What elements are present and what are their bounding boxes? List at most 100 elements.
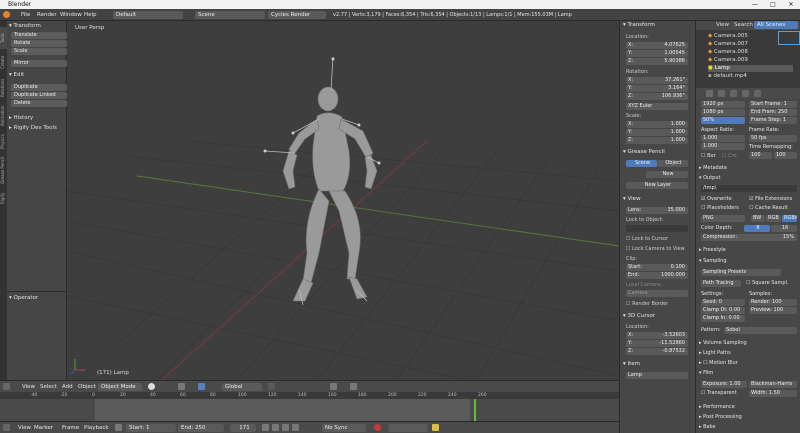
- pattern-select[interactable]: Sobol: [724, 327, 797, 334]
- post-processing-header[interactable]: ▸ Post Processing: [699, 414, 742, 420]
- select-menu[interactable]: Select: [40, 383, 57, 391]
- render-preview-icon[interactable]: [350, 383, 357, 390]
- object-menu[interactable]: Object: [78, 383, 96, 391]
- tab-tools[interactable]: Tools: [0, 27, 7, 49]
- rigify-panel-header[interactable]: ▸ Rigify Dev Tools: [9, 124, 57, 132]
- render-engine-select[interactable]: Cycles Render: [268, 11, 326, 19]
- aspect-y-field[interactable]: 1.000: [701, 143, 745, 150]
- scale-x-field[interactable]: X: 1.000: [626, 121, 688, 128]
- freestyle-header[interactable]: ▸ Freestyle: [699, 247, 726, 253]
- scale-y-field[interactable]: Y: 1.000: [626, 129, 688, 136]
- compression-field[interactable]: Compression: 15%: [701, 234, 797, 241]
- sync-mode-select[interactable]: No Sync: [322, 424, 366, 432]
- manipulator-icon[interactable]: [198, 383, 205, 390]
- clamp-indirect-field[interactable]: Clamp In: 0.00: [701, 315, 745, 322]
- frame-step-field[interactable]: Frame Step: 1: [749, 117, 797, 124]
- outliner-view-menu[interactable]: View: [716, 22, 729, 28]
- jump-start-icon[interactable]: [262, 424, 269, 431]
- timeline-marker-menu[interactable]: Marker: [34, 424, 53, 432]
- cursor-y-field[interactable]: Y: -11.52860: [626, 340, 688, 347]
- tab-create[interactable]: Create: [0, 51, 7, 73]
- editor-type-icon[interactable]: [3, 424, 10, 431]
- end-frame-field[interactable]: End: 250: [178, 424, 224, 432]
- outliner-display-select[interactable]: All Scenes: [754, 21, 798, 29]
- bw-button[interactable]: BW: [751, 215, 765, 222]
- resolution-x-field[interactable]: 1920 px: [701, 101, 745, 108]
- shading-icon[interactable]: [148, 383, 155, 390]
- end-frame-field[interactable]: End Fram: 250: [749, 109, 797, 116]
- play-icon[interactable]: [282, 424, 289, 431]
- local-camera-field[interactable]: Camera: [626, 290, 688, 297]
- item-name-field[interactable]: Lamp: [626, 372, 688, 379]
- blender-logo-icon[interactable]: [3, 11, 10, 18]
- square-samples-checkbox[interactable]: ☐ Square Sampl.: [746, 280, 789, 286]
- placeholders-checkbox[interactable]: ☐ Placeholders: [701, 205, 739, 211]
- light-paths-header[interactable]: ▸ Light Paths: [699, 350, 731, 356]
- keying-set-field[interactable]: [388, 424, 428, 432]
- sampling-presets-select[interactable]: Sampling Presets: [701, 269, 781, 276]
- close-button[interactable]: ✕: [782, 0, 800, 9]
- scene-select[interactable]: Scene: [195, 11, 265, 19]
- location-y-field[interactable]: Y: 1.00545: [626, 50, 688, 57]
- item-header[interactable]: ▾ Item: [623, 361, 640, 367]
- lock-cursor-checkbox[interactable]: ☐ Lock to Cursor: [626, 236, 668, 242]
- remap-old-field[interactable]: 100: [749, 152, 772, 159]
- rotate-button[interactable]: Rotate: [11, 40, 67, 47]
- gp-object-tab[interactable]: Object: [657, 160, 688, 167]
- screen-layout-select[interactable]: Default: [113, 11, 183, 19]
- depth-16-button[interactable]: 16: [771, 225, 797, 232]
- pivot-icon[interactable]: [178, 383, 185, 390]
- outliner-item[interactable]: ◆ Camera.008: [708, 49, 793, 56]
- clip-start-field[interactable]: Start: 0.100: [626, 264, 688, 271]
- outliner-item[interactable]: ▪ default.mp4: [708, 73, 793, 80]
- start-frame-field[interactable]: Start Frame: 1: [749, 101, 797, 108]
- remap-new-field[interactable]: 100: [774, 152, 797, 159]
- tab-rigify[interactable]: Rigify: [0, 187, 7, 209]
- rotation-x-field[interactable]: X: 37.261°: [626, 77, 688, 84]
- grease-pencil-header[interactable]: ▾ Grease Pencil: [623, 149, 665, 155]
- current-frame-field[interactable]: 171: [230, 424, 256, 432]
- menu-window[interactable]: Window: [60, 11, 82, 19]
- render-tab-icon[interactable]: [706, 90, 713, 97]
- gp-new-layer-button[interactable]: New Layer: [626, 182, 688, 189]
- timeline-track[interactable]: [0, 399, 619, 421]
- timeline-ruler[interactable]: -40 -20 0 20 40 60 80 100 120 140 160 18…: [0, 392, 619, 399]
- history-panel-header[interactable]: ▸ History: [9, 114, 33, 122]
- preview-samples-field[interactable]: Preview: 100: [749, 307, 797, 314]
- rotation-z-field[interactable]: Z: 106.936°: [626, 93, 688, 100]
- auto-keyframe-icon[interactable]: [374, 424, 381, 431]
- snap-icon[interactable]: [330, 383, 337, 390]
- timeline-frame-menu[interactable]: Frame: [62, 424, 79, 432]
- gp-new-button[interactable]: New: [646, 171, 688, 178]
- cursor-z-field[interactable]: Z: -0.87532: [626, 348, 688, 355]
- tab-relations[interactable]: Relations: [0, 75, 7, 101]
- orientation-select[interactable]: Global: [222, 383, 262, 391]
- performance-header[interactable]: ▸ Performance: [699, 404, 735, 410]
- delete-button[interactable]: Delete: [11, 100, 67, 107]
- render-border-checkbox[interactable]: ☐ Render Border: [626, 301, 668, 307]
- gp-scene-tab[interactable]: Scene: [626, 160, 657, 167]
- mode-select[interactable]: Object Mode: [98, 383, 142, 391]
- scene-tab-icon[interactable]: [730, 90, 737, 97]
- resolution-percent-field[interactable]: 50%: [701, 117, 745, 124]
- translate-button[interactable]: Translate: [11, 32, 67, 39]
- editor-type-icon[interactable]: [3, 383, 10, 390]
- timeline-view-menu[interactable]: View: [18, 424, 31, 432]
- jump-end-icon[interactable]: [292, 424, 299, 431]
- output-header[interactable]: ▾ Output: [699, 175, 720, 181]
- 3d-cursor-header[interactable]: ▾ 3D Cursor: [623, 313, 655, 319]
- aspect-x-field[interactable]: 1.000: [701, 135, 745, 142]
- edit-panel-header[interactable]: ▾ Edit: [9, 71, 24, 79]
- timeline-playback-menu[interactable]: Playback: [84, 424, 109, 432]
- minimize-button[interactable]: —: [746, 0, 764, 9]
- duplicate-linked-button[interactable]: Duplicate Linked: [11, 92, 67, 99]
- file-extensions-checkbox[interactable]: ☑ File Extensions: [749, 196, 792, 202]
- current-frame-marker[interactable]: [474, 399, 476, 421]
- duplicate-button[interactable]: Duplicate: [11, 84, 67, 91]
- output-path-field[interactable]: /tmp\: [701, 185, 797, 192]
- layers-tab-icon[interactable]: [718, 90, 725, 97]
- menu-help[interactable]: Help: [84, 11, 97, 19]
- transparent-checkbox[interactable]: ☐ Transparent: [701, 390, 737, 396]
- world-tab-icon[interactable]: [742, 90, 749, 97]
- fps-select[interactable]: 50 fps: [749, 135, 797, 142]
